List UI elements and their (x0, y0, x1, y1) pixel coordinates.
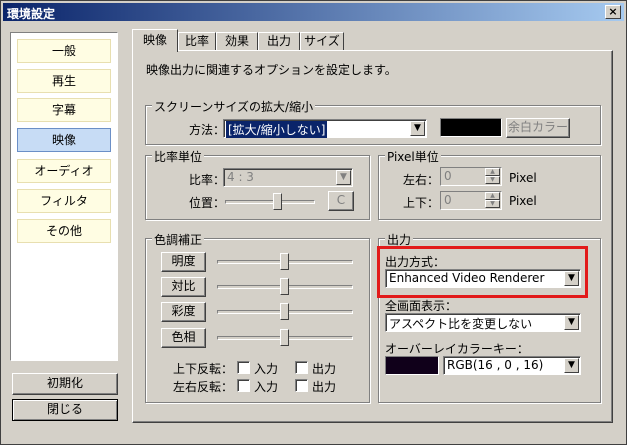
ratio-unit-group-title: 比率単位 (152, 148, 205, 165)
chevron-down-icon[interactable]: ▼ (564, 315, 579, 330)
horizontal-pixel-value: 0 (444, 169, 452, 183)
category-list: 一般 再生 字幕 映像 オーディオ フィルタ その他 (10, 32, 118, 361)
panel-description: 映像出力に関連するオプションを設定します。 (146, 63, 397, 77)
spin-up-icon[interactable]: ▲ (485, 192, 500, 200)
ratio-value: 4 : 3 (227, 170, 254, 184)
scaling-method-select[interactable]: [拡大/縮小しない] ▼ (223, 119, 427, 138)
sidebar-item-filter[interactable]: フィルタ (17, 189, 111, 213)
brightness-button[interactable]: 明度 (161, 252, 206, 272)
sidebar-item-audio[interactable]: オーディオ (17, 159, 111, 183)
overlay-color-select[interactable]: RGB(16 , 0 , 16) ▼ (443, 356, 581, 375)
window-title: 環境設定 (7, 7, 56, 21)
fullscreen-label: 全画面表示： (385, 299, 458, 313)
spin-down-icon[interactable]: ▼ (485, 176, 500, 184)
close-button[interactable]: 閉じる (12, 399, 118, 421)
pixel-unit-group-title: Pixel単位 (385, 148, 441, 165)
contrast-slider-thumb[interactable] (280, 278, 289, 295)
close-icon: × (608, 5, 618, 18)
blank-color-button[interactable]: 余白カラー (506, 118, 570, 138)
blank-color-swatch[interactable] (440, 118, 502, 137)
vertical-pixel-value: 0 (444, 193, 452, 207)
color-correction-group-title: 色調補正 (152, 231, 205, 248)
sidebar-item-playback[interactable]: 再生 (17, 69, 111, 93)
fullscreen-value: アスペクト比を変更しない (389, 317, 533, 331)
title-bar[interactable]: 環境設定 × (3, 3, 624, 21)
chevron-down-icon[interactable]: ▼ (410, 121, 425, 136)
horizontal-label: 左右： (403, 173, 440, 187)
contrast-button[interactable]: 対比 (161, 277, 206, 297)
reset-button[interactable]: 初期化 (12, 373, 118, 395)
hue-slider-thumb[interactable] (280, 329, 289, 346)
overlay-color-value: RGB(16 , 0 , 16) (447, 358, 544, 372)
flip-horizontal-input-checkbox[interactable] (237, 379, 250, 392)
brightness-slider-thumb[interactable] (280, 253, 289, 270)
position-label: 位置： (189, 196, 226, 210)
position-slider-thumb[interactable] (273, 193, 282, 210)
position-center-button[interactable]: C (328, 191, 354, 211)
horizontal-pixel-spinner[interactable]: 0 ▲ ▼ (440, 167, 502, 186)
flip-vertical-input-checkbox[interactable] (237, 361, 250, 374)
flip-horizontal-output-checkbox[interactable] (295, 379, 308, 392)
flip-vertical-input-label: 入力 (254, 362, 279, 376)
sidebar-item-other[interactable]: その他 (17, 219, 111, 243)
tab-video[interactable]: 映像 (132, 29, 178, 52)
output-method-highlight (377, 246, 588, 298)
video-tab-panel: 映像出力に関連するオプションを設定します。 スクリーンサイズの拡大/縮小 方法：… (132, 50, 613, 423)
tab-effect[interactable]: 効果 (216, 32, 258, 51)
overlay-color-label: オーバーレイカラーキー： (385, 342, 529, 356)
saturation-slider-thumb[interactable] (280, 303, 289, 320)
flip-horizontal-input-label: 入力 (254, 380, 279, 394)
horizontal-unit-label: Pixel (509, 171, 537, 185)
tab-ratio[interactable]: 比率 (178, 32, 216, 51)
saturation-button[interactable]: 彩度 (161, 302, 206, 322)
overlay-color-swatch[interactable] (385, 356, 439, 375)
hue-button[interactable]: 色相 (161, 328, 206, 348)
fullscreen-select[interactable]: アスペクト比を変更しない ▼ (385, 313, 581, 332)
spin-down-icon[interactable]: ▼ (485, 200, 500, 208)
vertical-label: 上下： (403, 196, 440, 210)
scaling-method-value: [拡大/縮小しない] (226, 121, 328, 138)
vertical-pixel-spinner[interactable]: 0 ▲ ▼ (440, 191, 502, 210)
screen-size-group-title: スクリーンサイズの拡大/縮小 (152, 98, 316, 115)
settings-window: 環境設定 × 一般 再生 字幕 映像 オーディオ フィルタ その他 初期化 閉じ… (0, 0, 627, 445)
sidebar-item-general[interactable]: 一般 (17, 39, 111, 63)
spin-up-icon[interactable]: ▲ (485, 168, 500, 176)
ratio-label: 比率： (189, 173, 226, 187)
sidebar-item-subtitles[interactable]: 字幕 (17, 98, 111, 122)
sidebar-item-video[interactable]: 映像 (17, 128, 111, 152)
flip-vertical-output-checkbox[interactable] (295, 361, 308, 374)
flip-vertical-label: 上下反転： (173, 362, 234, 376)
flip-horizontal-label: 左右反転： (173, 380, 234, 394)
position-slider[interactable] (225, 200, 315, 204)
tab-size[interactable]: サイズ (300, 32, 344, 51)
vertical-unit-label: Pixel (509, 194, 537, 208)
flip-vertical-output-label: 出力 (312, 362, 337, 376)
chevron-down-icon[interactable]: ▼ (564, 358, 579, 373)
close-window-button[interactable]: × (605, 5, 621, 19)
ratio-select[interactable]: 4 : 3 ▼ (223, 168, 353, 187)
tab-output[interactable]: 出力 (258, 32, 300, 51)
method-label: 方法： (189, 123, 226, 137)
flip-horizontal-output-label: 出力 (312, 380, 337, 394)
chevron-down-icon[interactable]: ▼ (336, 170, 351, 185)
